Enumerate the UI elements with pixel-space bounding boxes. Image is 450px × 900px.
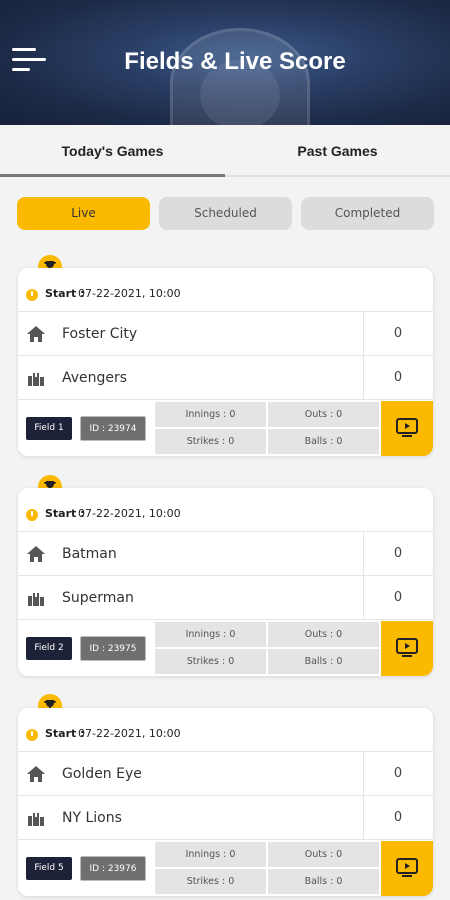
home-team-score: 0 <box>393 766 403 781</box>
clock-icon <box>26 509 38 521</box>
tv-play-icon <box>396 418 418 437</box>
home-team-score: 0 <box>393 326 403 341</box>
outs-stat: Outs : 0 <box>268 402 379 427</box>
outs-stat: Outs : 0 <box>268 842 379 867</box>
away-team-icon <box>28 593 44 606</box>
start-time-row: Start : 07-22-2021, 10:00 <box>18 268 433 312</box>
field-badge: Field 5 <box>26 857 72 880</box>
start-date: 07-22-2021, 10:00 <box>78 287 181 300</box>
home-team-row: Batman 0 <box>18 532 433 576</box>
innings-stat: Innings : 0 <box>155 842 266 867</box>
watch-live-button[interactable] <box>381 621 433 676</box>
away-team-row: Avengers 0 <box>18 356 433 400</box>
tv-play-icon <box>396 638 418 657</box>
home-team-row: Foster City 0 <box>18 312 433 356</box>
away-team-row: Superman 0 <box>18 576 433 620</box>
away-team-icon <box>28 373 44 386</box>
watch-live-button[interactable] <box>381 841 433 896</box>
start-time-row: Start : 07-22-2021, 10:00 <box>18 708 433 752</box>
field-badge: Field 1 <box>26 417 72 440</box>
start-date: 07-22-2021, 10:00 <box>78 507 181 520</box>
balls-stat: Balls : 0 <box>268 429 379 454</box>
home-team-name: Foster City <box>62 326 138 342</box>
page-title: Fields & Live Score <box>124 48 346 75</box>
innings-stat: Innings : 0 <box>155 622 266 647</box>
game-id-badge: ID : 23976 <box>80 856 146 881</box>
away-team-score: 0 <box>393 370 403 385</box>
game-stats-row: Field 5 ID : 23976 Innings : 0 Outs : 0 … <box>18 841 433 896</box>
away-team-row: NY Lions 0 <box>18 796 433 840</box>
game-stats-row: Field 1 ID : 23974 Innings : 0 Outs : 0 … <box>18 401 433 456</box>
filter-scheduled-button[interactable]: Scheduled <box>159 197 292 230</box>
filter-live-button[interactable]: Live <box>17 197 150 230</box>
filter-completed-button[interactable]: Completed <box>301 197 434 230</box>
home-icon <box>27 546 45 562</box>
outs-stat: Outs : 0 <box>268 622 379 647</box>
strikes-stat: Strikes : 0 <box>155 649 266 674</box>
away-team-score: 0 <box>393 590 403 605</box>
tab-todays-games[interactable]: Today's Games <box>0 125 225 177</box>
home-icon <box>27 326 45 342</box>
status-filter-bar: Live Scheduled Completed <box>17 197 434 231</box>
header-banner: Fields & Live Score <box>0 0 450 125</box>
game-id-badge: ID : 23975 <box>80 636 146 661</box>
game-id-badge: ID : 23974 <box>80 416 146 441</box>
tab-bar: Today's Games Past Games <box>0 125 450 177</box>
away-team-name: Superman <box>62 590 134 606</box>
home-icon <box>27 766 45 782</box>
clock-icon <box>26 289 38 301</box>
game-card[interactable]: Start : 07-22-2021, 10:00 Foster City 0 … <box>18 268 433 456</box>
tv-play-icon <box>396 858 418 877</box>
home-team-name: Golden Eye <box>62 766 142 782</box>
innings-stat: Innings : 0 <box>155 402 266 427</box>
tab-past-games[interactable]: Past Games <box>225 125 450 177</box>
home-team-name: Batman <box>62 546 117 562</box>
balls-stat: Balls : 0 <box>268 869 379 894</box>
game-stats-row: Field 2 ID : 23975 Innings : 0 Outs : 0 … <box>18 621 433 676</box>
away-team-score: 0 <box>393 810 403 825</box>
strikes-stat: Strikes : 0 <box>155 869 266 894</box>
home-team-score: 0 <box>393 546 403 561</box>
balls-stat: Balls : 0 <box>268 649 379 674</box>
field-badge: Field 2 <box>26 637 72 660</box>
game-card[interactable]: Start : 07-22-2021, 10:00 Golden Eye 0 N… <box>18 708 433 896</box>
away-team-icon <box>28 813 44 826</box>
game-card[interactable]: Start : 07-22-2021, 10:00 Batman 0 Super… <box>18 488 433 676</box>
strikes-stat: Strikes : 0 <box>155 429 266 454</box>
start-time-row: Start : 07-22-2021, 10:00 <box>18 488 433 532</box>
watch-live-button[interactable] <box>381 401 433 456</box>
clock-icon <box>26 729 38 741</box>
away-team-name: Avengers <box>62 370 128 386</box>
home-team-row: Golden Eye 0 <box>18 752 433 796</box>
start-date: 07-22-2021, 10:00 <box>78 727 181 740</box>
away-team-name: NY Lions <box>62 810 122 826</box>
